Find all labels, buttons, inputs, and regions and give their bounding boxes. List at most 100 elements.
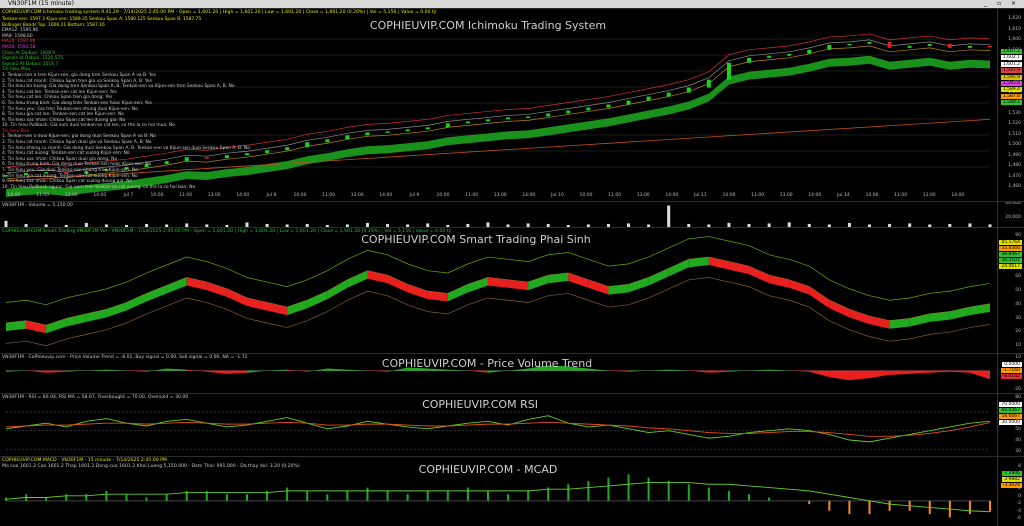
signal-area [929, 311, 950, 322]
x-tick-label: 13:00 [636, 193, 650, 198]
price-tag: 1,593.6 [1000, 81, 1022, 86]
x-tick-label: 13:00 [350, 193, 364, 198]
ichimoku-legend: Tenkan-sen: 1597.3 Kijun-sen: 1589.35 Se… [2, 17, 250, 190]
signal-area [648, 268, 669, 286]
price-tag: 1,602.1 [1000, 55, 1022, 61]
price-tag: -3.3024 [1000, 483, 1022, 488]
candle [747, 57, 752, 63]
x-tick-label: 14:00 [379, 193, 393, 198]
x-tick-label: 10:00 [150, 193, 164, 198]
candle [726, 62, 731, 80]
pvt-area [6, 370, 27, 372]
window-title: VN30F1M (15 minute) [8, 0, 74, 7]
candle [425, 127, 430, 130]
signal-area [427, 291, 448, 302]
x-tick-label: 11:00 [36, 193, 50, 198]
candle [666, 92, 671, 97]
y-tick-label: 10 [1015, 355, 1021, 360]
y-tick-label: 1,480 [1008, 163, 1021, 168]
price-tag: -8.0142 [1000, 374, 1022, 379]
candle [485, 119, 490, 122]
pvt-area [66, 370, 87, 372]
x-tick-label: 14:00 [665, 193, 679, 198]
candle [988, 45, 992, 48]
y-tick-label: 60 [1015, 274, 1021, 280]
price-tag: 38.8467 [999, 252, 1022, 257]
price-tag: 1,607.2 [1000, 49, 1022, 54]
x-tick-label: Jul 8 [266, 193, 277, 198]
y-tick-label: 8 [1018, 464, 1021, 469]
x-tick-label: Jul 7 [123, 193, 134, 198]
x-tick-label: Jul 10 [551, 193, 564, 198]
macd-header-2: Mo cua 1601.2 Cao 1601.2 Thap 1601.2 Don… [2, 464, 300, 469]
pvt-area [708, 370, 729, 373]
x-tick-label: 11:00 [751, 193, 765, 198]
pvt-area [949, 370, 970, 373]
candle [365, 132, 370, 136]
signal-area [508, 279, 529, 291]
signal-area [26, 320, 47, 334]
candle [546, 113, 551, 117]
pvt-title: COPHIEUVIP.COM - Price Volume Trend [381, 357, 593, 370]
pvt-area [728, 370, 750, 372]
candle [686, 87, 691, 93]
signal-area [106, 302, 127, 318]
x-tick-label: 14:00 [236, 193, 250, 198]
pvt-area [46, 370, 67, 373]
x-tick-label: 11:00 [465, 193, 479, 198]
candle [265, 150, 270, 154]
price-tag: 36.3101 [999, 258, 1022, 263]
price-tag: 7.2906 [1002, 471, 1022, 476]
window-controls[interactable]: _ ▫ × [984, 0, 1020, 8]
signal-area [387, 275, 408, 293]
signal-area [829, 300, 850, 318]
signal-area [869, 316, 890, 329]
signal-area [749, 266, 770, 284]
pvt-panel[interactable]: VN30F1M - CoPhieuvip.com - Price Volume … [0, 353, 1024, 394]
x-tick-label: 14:00 [951, 193, 965, 198]
signal-area [146, 285, 167, 302]
x-tick-label: 10:00 [436, 193, 450, 198]
x-tick-label: 11:00 [179, 193, 193, 198]
candle [807, 49, 812, 54]
ichimoku-panel[interactable]: COPHIEUVIP.COM Ichimoku trading system 9… [0, 8, 1024, 202]
price-tag: 1,587.8 [1000, 93, 1022, 99]
macd-panel[interactable]: COPHIEUVIP.COM MACD - VN30F1M - 15 minut… [0, 456, 1024, 526]
x-tick-label: 13:00 [207, 193, 221, 198]
signal-area [528, 275, 549, 291]
pvt-area [226, 370, 247, 374]
macd-signal-line [5, 482, 991, 513]
y-tick-label: 1,530 [1008, 110, 1021, 116]
y-tick-label: 50 [1015, 427, 1021, 433]
volume-panel[interactable]: VN30F1M - Volume = 5,150.00 40,000 20,000 [0, 201, 1024, 228]
pvt-area [367, 370, 388, 372]
signal-area [327, 279, 348, 300]
price-tag: 55.4366 [999, 246, 1022, 251]
x-tick-label: 14:00 [522, 193, 536, 198]
x-tick-label: Jul 11 [694, 193, 707, 198]
y-tick-label: 20 [1015, 329, 1021, 335]
ichimoku-header: COPHIEUVIP.COM Ichimoku trading system 9… [2, 10, 437, 15]
x-tick-label: 10:00 [579, 193, 593, 198]
price-tag: 58.6667 [999, 414, 1022, 419]
y-tick-label: 1,520 [1008, 121, 1021, 126]
signal-area [668, 259, 689, 277]
signal-area [307, 291, 328, 309]
rsi-panel[interactable]: VN30F1M - RSI = 60.04, RSI MA = 58.67, O… [0, 393, 1024, 457]
price-tag: 60.0367 [999, 408, 1022, 413]
candle [887, 41, 892, 48]
smart-trading-panel[interactable]: COPHIEUVIP.COM Smart Trading VN30F1M Vol… [0, 227, 1024, 354]
signal-area [949, 307, 970, 320]
signal-area [467, 277, 488, 293]
signal-area [246, 297, 268, 311]
macd-header: COPHIEUVIP.COM MACD - VN30F1M - 15 minut… [2, 458, 167, 463]
pvt-area [487, 370, 509, 373]
y-tick-label: 40 [1015, 438, 1021, 444]
signal-area [347, 270, 368, 288]
candle [526, 116, 531, 118]
pvt-area [929, 370, 950, 373]
pvt-area [829, 370, 850, 381]
x-tick-label: 11:00 [322, 193, 336, 198]
candle [586, 107, 591, 111]
candle [967, 45, 972, 48]
